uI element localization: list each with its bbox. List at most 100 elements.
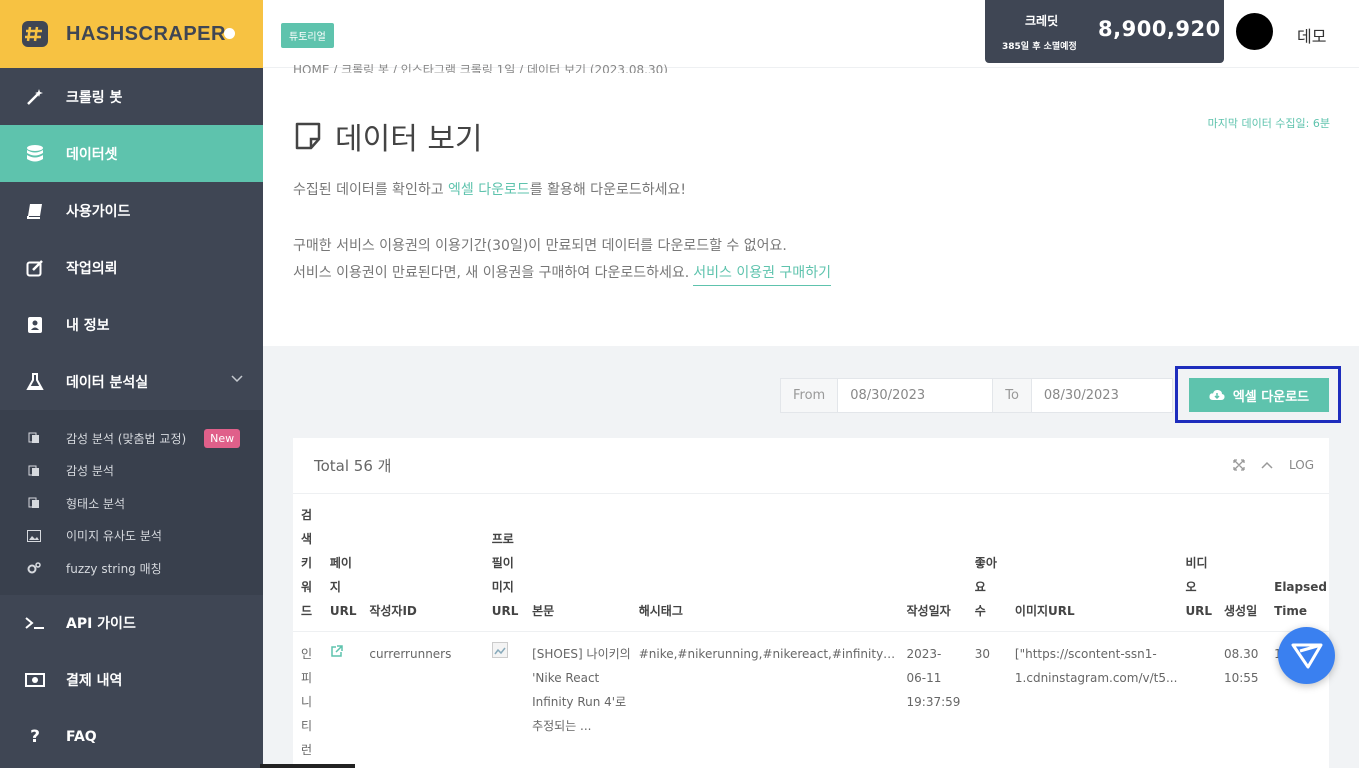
cell-created: 08.30 10:55 bbox=[1223, 647, 1259, 685]
data-table: 검 색 키 워 드 페이 지 URL 작성자ID 프로 필이 미지 URL 본문… bbox=[293, 495, 1329, 762]
download-label: 엑셀 다운로드 bbox=[1232, 389, 1310, 405]
sidebar-item-request[interactable]: 작업의뢰 bbox=[0, 239, 263, 296]
question-icon: ? bbox=[30, 727, 40, 747]
sidebar-item-data-lab[interactable]: 데이터 분석실 bbox=[0, 353, 263, 410]
panel-tools: LOG bbox=[1233, 458, 1314, 472]
data-area: From To 엑셀 다운로드 Total 56 개 LOG bbox=[263, 346, 1359, 768]
cell-hashtags: #nike,#nikerunning,#nikereact,#infinityr… bbox=[631, 632, 899, 763]
image-icon bbox=[26, 529, 42, 543]
table-row[interactable]: 인 피 니 티 런 currerrunners [SHOES] 나이키의 'Ni… bbox=[293, 632, 1329, 763]
credit-amount: 8,900,920 bbox=[1098, 17, 1221, 41]
data-lab-submenu: 감성 분석 (맞춤법 교정) New 감성 분석 형태소 분석 이미지 유사도 … bbox=[0, 410, 263, 595]
col-keyword[interactable]: 검 색 키 워 드 bbox=[293, 495, 322, 632]
col-created[interactable]: 생성일 bbox=[1215, 495, 1267, 632]
breadcrumb[interactable]: HOME / 크롤링 봇 / 인스타그램 크롤링 1일 / 데이터 보기 (20… bbox=[293, 61, 668, 73]
hashscraper-logo-icon bbox=[22, 21, 48, 47]
top-bar: 튜토리얼 크레딧 385일 후 소멸예정 8,900,920 데모 bbox=[263, 0, 1359, 68]
sidebar-item-my-info[interactable]: 내 정보 bbox=[0, 296, 263, 353]
sidebar-item-payments[interactable]: 결제 내역 bbox=[0, 652, 263, 709]
excel-download-link[interactable]: 엑셀 다운로드 bbox=[448, 182, 530, 198]
expand-icon[interactable] bbox=[1233, 459, 1245, 471]
brand-header[interactable]: HASHSCRAPER bbox=[0, 0, 263, 68]
sidebar-item-label: 데이터 분석실 bbox=[66, 374, 149, 391]
col-elapsed[interactable]: Elapsed Time bbox=[1266, 495, 1329, 632]
credit-box[interactable]: 크레딧 385일 후 소멸예정 8,900,920 bbox=[985, 0, 1224, 63]
terminal-icon bbox=[24, 612, 46, 634]
external-link-icon[interactable] bbox=[330, 645, 343, 658]
sidebar-item-label: 데이터셋 bbox=[66, 146, 118, 163]
brand-name: HASHSCRAPER bbox=[66, 22, 226, 45]
buy-pass-link[interactable]: 서비스 이용권 구매하기 bbox=[693, 265, 831, 286]
sidebar-item-label: 결제 내역 bbox=[66, 673, 123, 689]
sub-item-image-similarity[interactable]: 이미지 유사도 분석 bbox=[0, 520, 263, 553]
from-date-input[interactable] bbox=[838, 379, 994, 412]
username[interactable]: 데모 bbox=[1297, 23, 1326, 47]
document-icon bbox=[26, 431, 42, 445]
col-body[interactable]: 본문 bbox=[524, 495, 631, 632]
col-page-url[interactable]: 페이 지 URL bbox=[321, 495, 362, 632]
col-hashtags[interactable]: 해시태그 bbox=[630, 495, 899, 632]
col-date[interactable]: 작성일자 bbox=[898, 495, 967, 632]
date-range-filter: From To bbox=[780, 378, 1173, 413]
sub-item-fuzzy[interactable]: fuzzy string 매칭 bbox=[0, 552, 263, 585]
cell-video-url bbox=[1177, 632, 1216, 763]
panel-header: Total 56 개 LOG bbox=[293, 438, 1329, 494]
notice-renew-text: 서비스 이용권이 만료된다면, 새 이용권을 구매하여 다운로드하세요. bbox=[293, 265, 690, 281]
to-date-input[interactable] bbox=[1031, 379, 1172, 412]
download-highlight: 엑셀 다운로드 bbox=[1175, 366, 1341, 423]
sidebar-item-label: API 가이드 bbox=[66, 616, 136, 632]
notice-renew: 서비스 이용권이 만료된다면, 새 이용권을 구매하여 다운로드하세요. 서비스 … bbox=[293, 262, 831, 286]
money-icon bbox=[24, 669, 46, 691]
col-profile-image-url[interactable]: 프로 필이 미지 URL bbox=[483, 495, 525, 632]
sub-item-sentiment[interactable]: 감성 분석 bbox=[0, 455, 263, 488]
user-icon bbox=[24, 314, 46, 336]
col-likes[interactable]: 좋아 요 수 bbox=[966, 495, 1007, 632]
col-image-url[interactable]: 이미지URL bbox=[1006, 495, 1178, 632]
col-video-url[interactable]: 비디 오 URL bbox=[1177, 495, 1216, 632]
sidebar-item-dataset[interactable]: 데이터셋 bbox=[0, 125, 263, 182]
sub-item-morpheme[interactable]: 형태소 분석 bbox=[0, 487, 263, 520]
gears-icon bbox=[26, 561, 42, 575]
cell-date: 2023- 06-11 19:37:59 bbox=[906, 647, 961, 709]
document-icon bbox=[26, 496, 42, 510]
sidebar-item-api-guide[interactable]: API 가이드 bbox=[0, 595, 263, 652]
desc-prefix: 수집된 데이터를 확인하고 bbox=[293, 182, 449, 198]
scrollbar-indicator[interactable] bbox=[260, 764, 355, 768]
sidebar-item-crawling-bot[interactable]: 크롤링 봇 bbox=[0, 68, 263, 125]
credit-expire: 385일 후 소멸예정 bbox=[1002, 42, 1077, 52]
cell-keyword: 인 피 니 티 런 bbox=[301, 647, 313, 757]
sub-item-label: 형태소 분석 bbox=[66, 496, 126, 511]
excel-download-button[interactable]: 엑셀 다운로드 bbox=[1189, 378, 1329, 412]
from-label: From bbox=[781, 379, 839, 412]
page-title: 데이터 보기 bbox=[293, 114, 483, 158]
sidebar-item-label: 작업의뢰 bbox=[66, 260, 118, 277]
sidebar-item-guide[interactable]: 사용가이드 bbox=[0, 182, 263, 239]
broken-image-icon bbox=[491, 642, 508, 658]
avatar[interactable] bbox=[1236, 13, 1273, 50]
sub-item-sentiment-spell[interactable]: 감성 분석 (맞춤법 교정) New bbox=[0, 422, 263, 455]
description: 수집된 데이터를 확인하고 엑셀 다운로드를 활용해 다운로드하세요! bbox=[293, 179, 686, 199]
log-button[interactable]: LOG bbox=[1289, 458, 1314, 472]
document-icon bbox=[26, 464, 42, 478]
new-badge: New bbox=[204, 428, 241, 448]
sidebar-item-faq[interactable]: ? FAQ bbox=[0, 709, 263, 766]
col-author-id[interactable]: 작성자ID bbox=[361, 495, 484, 632]
send-icon bbox=[1291, 643, 1322, 668]
cell-body: [SHOES] 나이키의 'Nike React Infinity Run 4'… bbox=[532, 647, 631, 733]
cell-profile-image[interactable] bbox=[484, 632, 524, 763]
edit-icon bbox=[24, 257, 46, 279]
sub-item-label: 이미지 유사도 분석 bbox=[66, 529, 162, 544]
chevron-down-icon bbox=[231, 375, 243, 383]
cell-page-url[interactable] bbox=[322, 632, 361, 763]
main-content: HOME / 크롤링 봇 / 인스타그램 크롤링 1일 / 데이터 보기 (20… bbox=[263, 63, 1359, 768]
sub-item-label: fuzzy string 매칭 bbox=[66, 561, 162, 576]
sub-item-label: 감성 분석 (맞춤법 교정) bbox=[66, 431, 187, 446]
sidebar-item-label: FAQ bbox=[66, 729, 97, 745]
cell-author: currerrunners bbox=[369, 647, 452, 661]
chevron-up-icon[interactable] bbox=[1261, 461, 1273, 469]
chat-fab-button[interactable] bbox=[1278, 627, 1335, 684]
magic-wand-icon bbox=[24, 86, 46, 108]
table-header-row: 검 색 키 워 드 페이 지 URL 작성자ID 프로 필이 미지 URL 본문… bbox=[293, 495, 1329, 632]
tutorial-button[interactable]: 튜토리얼 bbox=[281, 23, 334, 48]
data-panel: Total 56 개 LOG 검 색 키 워 드 페이 지 URL 작성자ID … bbox=[293, 438, 1329, 768]
